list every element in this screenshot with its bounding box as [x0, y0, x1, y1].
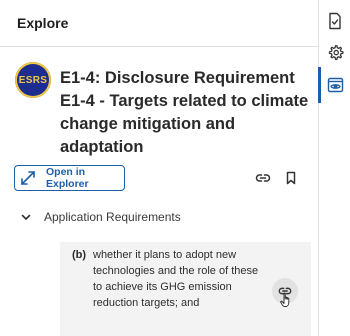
link-icon — [255, 174, 271, 182]
panel-header: Explore — [0, 0, 318, 47]
requirement-letter: (b) — [72, 249, 87, 261]
requirement-item: (b) whether it plans to adopt new techno… — [60, 242, 311, 336]
rail-explore-button[interactable] — [318, 67, 350, 103]
actions-row: Open in Explorer — [14, 165, 310, 191]
eye-window-icon — [327, 77, 343, 93]
right-tool-rail — [318, 0, 350, 336]
application-requirements-toggle[interactable]: Application Requirements — [20, 210, 181, 224]
open-in-explorer-label: Open in Explorer — [46, 166, 89, 190]
gear-icon — [328, 44, 344, 60]
rail-checklist-button[interactable] — [319, 8, 350, 34]
expand-arrows-icon — [20, 170, 36, 186]
hand-cursor-icon — [280, 292, 290, 307]
bookmark-icon — [286, 171, 296, 185]
section-label: Application Requirements — [44, 210, 181, 224]
panel-title: Explore — [17, 15, 69, 31]
standard-title-row: ESRS E1-4: Disclosure Requirement E1-4 -… — [15, 62, 310, 159]
checklist-document-icon — [329, 12, 341, 30]
explore-panel: Explore ESRS E1-4: Disclosure Requiremen… — [0, 0, 318, 336]
chevron-down-icon — [21, 214, 31, 220]
bookmark-button[interactable] — [282, 169, 300, 187]
requirement-text: whether it plans to adopt new technologi… — [93, 249, 259, 309]
copy-link-button[interactable] — [254, 169, 272, 187]
esrs-badge: ESRS — [15, 62, 51, 98]
standard-heading: E1-4: Disclosure Requirement E1-4 - Targ… — [60, 69, 309, 156]
open-in-explorer-button[interactable]: Open in Explorer — [14, 165, 125, 191]
rail-settings-button[interactable] — [319, 39, 350, 65]
